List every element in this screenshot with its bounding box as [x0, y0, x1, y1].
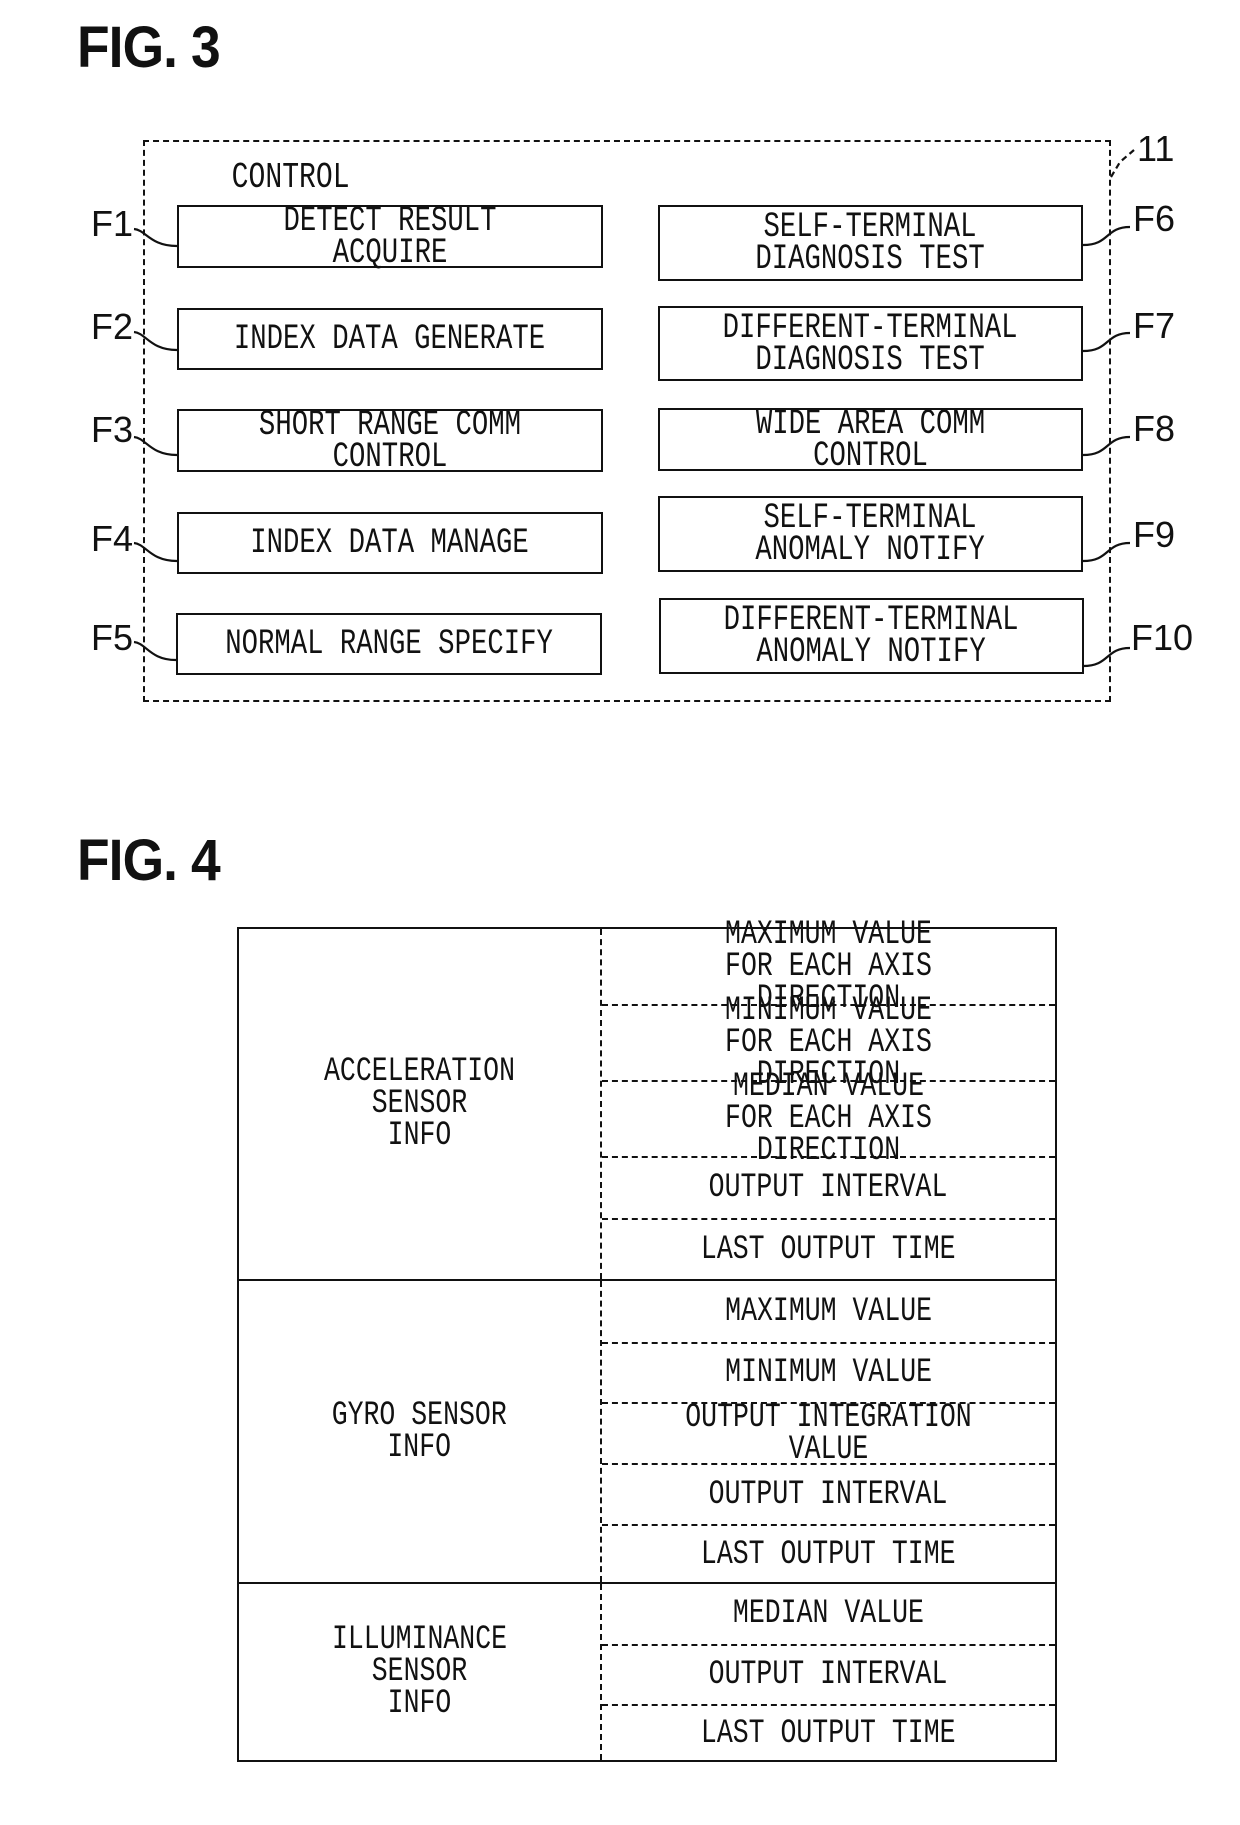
table-cell: MINIMUM VALUE	[602, 1342, 1055, 1402]
leader-f5	[133, 640, 177, 662]
sensor-info-table: ACCELERATION SENSOR INFO MAXIMUM VALUE F…	[237, 918, 1057, 1762]
table-cell: OUTPUT INTERVAL	[602, 1156, 1055, 1218]
group-items: MAXIMUM VALUE FOR EACH AXIS DIRECTION MI…	[600, 918, 1055, 1279]
table-cell-text: LAST OUTPUT TIME	[701, 1715, 956, 1753]
group-items: MAXIMUM VALUE MINIMUM VALUE OUTPUT INTEG…	[600, 1281, 1055, 1582]
table-cell-text: MEDIAN VALUE FOR EACH AXIS DIRECTION	[725, 1068, 932, 1170]
table-cell-text: OUTPUT INTEGRATION VALUE	[685, 1398, 972, 1469]
leader-lines	[133, 149, 1135, 668]
table-cell: OUTPUT INTERVAL	[602, 1463, 1055, 1524]
fig4-title: FIG. 4	[77, 828, 221, 893]
group-label: GYRO SENSOR INFO	[239, 1281, 600, 1582]
table-cell-text: LAST OUTPUT TIME	[701, 1230, 956, 1269]
table-cell: OUTPUT INTERVAL	[602, 1644, 1055, 1704]
table-cell: MEDIAN VALUE	[602, 1584, 1055, 1644]
group-label-text: ACCELERATION SENSOR INFO	[324, 1053, 515, 1155]
leader-f8	[1082, 435, 1131, 457]
leader-f9	[1082, 541, 1131, 563]
leader-f3	[133, 435, 178, 457]
leader-11	[1110, 149, 1135, 178]
table-cell-text: OUTPUT INTERVAL	[709, 1656, 948, 1694]
table-cell-text: MEDIAN VALUE	[733, 1595, 924, 1633]
leader-f2	[133, 330, 178, 352]
table-cell-text: LAST OUTPUT TIME	[701, 1536, 956, 1574]
table-cell: LAST OUTPUT TIME	[602, 1218, 1055, 1279]
table-group-gyro: GYRO SENSOR INFO MAXIMUM VALUE MINIMUM V…	[239, 1279, 1055, 1582]
table-cell: LAST OUTPUT TIME	[602, 1524, 1055, 1584]
table-cell-text: MINIMUM VALUE	[725, 1354, 932, 1392]
leader-f7	[1082, 331, 1131, 353]
table-cell: MAXIMUM VALUE	[602, 1281, 1055, 1342]
table-cell-text: OUTPUT INTERVAL	[709, 1475, 948, 1514]
group-label-text: GYRO SENSOR INFO	[331, 1396, 508, 1467]
group-label: ILLUMINANCE SENSOR INFO	[239, 1584, 600, 1760]
group-label: ACCELERATION SENSOR INFO	[239, 929, 600, 1279]
table-cell-text: OUTPUT INTERVAL	[709, 1169, 948, 1207]
table-cell: OUTPUT INTEGRATION VALUE	[602, 1398, 1055, 1469]
group-label-text: ILLUMINANCE SENSOR INFO	[331, 1621, 508, 1723]
table-group-acceleration: ACCELERATION SENSOR INFO MAXIMUM VALUE F…	[239, 918, 1055, 1279]
leader-f1	[133, 227, 178, 248]
table-cell: MEDIAN VALUE FOR EACH AXIS DIRECTION	[602, 1070, 1055, 1168]
table-cell-text: MAXIMUM VALUE	[725, 1292, 932, 1331]
leader-f10	[1082, 646, 1131, 668]
leader-f6	[1082, 225, 1131, 247]
table-cell: LAST OUTPUT TIME	[602, 1704, 1055, 1762]
leader-f4	[133, 541, 178, 563]
group-items: MEDIAN VALUE OUTPUT INTERVAL LAST OUTPUT…	[600, 1584, 1055, 1760]
table-group-illuminance: ILLUMINANCE SENSOR INFO MEDIAN VALUE OUT…	[239, 1582, 1055, 1760]
